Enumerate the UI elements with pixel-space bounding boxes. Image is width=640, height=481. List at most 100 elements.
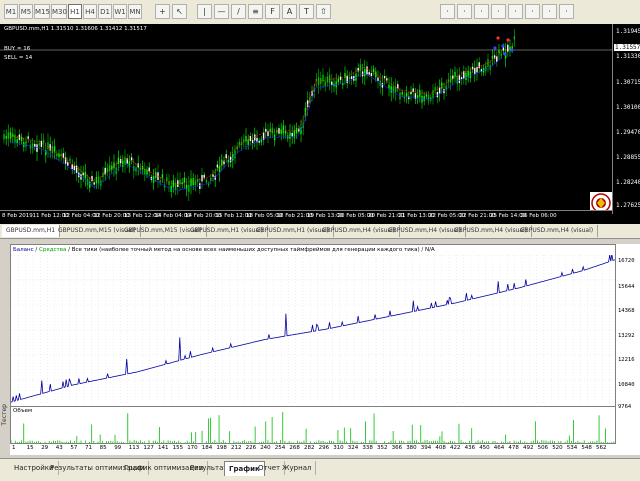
text-icon[interactable]: A xyxy=(282,4,297,19)
tester-x-label: 198 xyxy=(216,445,227,451)
tester-x-label: 464 xyxy=(493,445,505,451)
tester-x-label: 366 xyxy=(391,445,403,451)
timeframe-h4[interactable]: H4 xyxy=(83,4,97,19)
tester-x-label: 296 xyxy=(318,445,330,451)
timeframe-mn[interactable]: MN xyxy=(128,4,142,19)
tile-icon[interactable]: · xyxy=(474,4,489,19)
tester-x-label: 57 xyxy=(70,445,78,451)
price-label: 1.28240 xyxy=(616,179,640,186)
ma-blue-line xyxy=(9,57,503,191)
crosshair-icon[interactable]: + xyxy=(155,4,170,19)
tester-x-label: 282 xyxy=(304,445,315,451)
candlestick-plot[interactable] xyxy=(0,24,612,210)
chart-tab[interactable]: GBPUSD.mm,H4 (visual) xyxy=(516,225,599,237)
tester-x-label: 71 xyxy=(85,445,92,451)
time-axis: 8 Feb 2019 11 Feb 12:00 12 Feb 04:00 12 Feb… xyxy=(0,210,612,224)
price-label: 1.30715 xyxy=(616,79,640,86)
line-chart-icon[interactable]: · xyxy=(559,4,574,19)
tester-y-label: 10840 xyxy=(618,382,635,388)
tester-value-axis: 16720 15644 14368 13292 12216 10840 9764 xyxy=(616,244,640,455)
price-label: 1.27625 xyxy=(616,202,640,209)
tester-graph: Баланс / Средства / Все тики (наиболее т… xyxy=(10,244,616,444)
tester-x-label: 548 xyxy=(581,445,592,451)
tester-x-label: 43 xyxy=(55,445,63,451)
tester-x-label: 534 xyxy=(566,445,578,451)
trade-marker xyxy=(503,52,507,56)
tester-x-label: 29 xyxy=(41,445,49,451)
tester-x-label: 240 xyxy=(260,445,271,451)
tester-x-label: 506 xyxy=(537,445,549,451)
trade-marker xyxy=(506,38,510,42)
tester-x-label: 338 xyxy=(362,445,373,451)
tester-side-label: Тестер xyxy=(1,404,8,426)
tester-tab-bar: Настройки Результаты оптимизации График … xyxy=(0,458,640,481)
vertical-line-icon[interactable]: | xyxy=(197,4,212,19)
fibo-icon[interactable]: F xyxy=(265,4,280,19)
legend-balance: Баланс xyxy=(13,247,34,253)
timeframe-w1[interactable]: W1 xyxy=(113,4,127,19)
tester-x-label: 155 xyxy=(172,445,184,451)
tester-x-label: 520 xyxy=(552,445,563,451)
zoom-in-icon[interactable]: · xyxy=(440,4,455,19)
tester-x-label: 1 xyxy=(12,445,16,451)
tester-y-label: 16720 xyxy=(618,258,635,264)
tester-x-axis: 1 15 29 43 57 71 85 99 113 127 141 155 170 184 198 212 2… xyxy=(10,444,616,455)
timeframe-m30[interactable]: M30 xyxy=(51,4,67,19)
tab-journal[interactable]: Журнал xyxy=(278,461,317,475)
sell-count: SELL = 14 xyxy=(4,55,33,61)
tester-legend: Баланс / Средства / Все тики (наиболее т… xyxy=(13,247,435,253)
chart-shift-icon[interactable]: · xyxy=(508,4,523,19)
tester-x-label: 141 xyxy=(158,445,169,451)
timeframe-m5[interactable]: M5 xyxy=(19,4,33,19)
buy-count: BUY = 16 xyxy=(4,46,31,52)
tester-x-label: 408 xyxy=(435,445,446,451)
legend-equity: Средства xyxy=(39,247,67,253)
tester-side-handle[interactable]: Тестер xyxy=(0,244,10,458)
arrow-icon[interactable]: ⇧ xyxy=(316,4,331,19)
price-label: 1.31945 xyxy=(616,28,640,35)
timeframe-toolbar: M1 M5 M15 M30 H1 H4 D1 W1 MN + ↖ | — / ≡ F A T ⇧ · · · · · · · · xyxy=(0,0,640,25)
tester-y-label: 9764 xyxy=(618,404,632,410)
tester-x-label: 478 xyxy=(508,445,519,451)
price-chart[interactable]: GBPUSD.mm,H1 1.31510 1.31606 1.31412 1.3… xyxy=(0,24,640,224)
autoscroll-icon[interactable]: · xyxy=(491,4,506,19)
price-label: 1.29470 xyxy=(616,129,640,136)
tester-x-label: 184 xyxy=(201,445,213,451)
tester-x-label: 170 xyxy=(187,445,198,451)
tester-x-label: 562 xyxy=(596,445,607,451)
tester-x-label: 113 xyxy=(128,445,140,451)
trade-marker xyxy=(493,46,497,50)
zoom-out-icon[interactable]: · xyxy=(457,4,472,19)
symbol-info: GBPUSD.mm,H1 1.31510 1.31606 1.31412 1.3… xyxy=(4,26,147,32)
tester-x-label: 310 xyxy=(333,445,344,451)
tester-y-label: 14368 xyxy=(618,308,635,314)
timeframe-m1[interactable]: M1 xyxy=(4,4,18,19)
price-label: 1.31330 xyxy=(616,53,640,60)
tester-x-label: 394 xyxy=(420,445,432,451)
tester-x-label: 450 xyxy=(479,445,490,451)
tester-x-label: 127 xyxy=(143,445,154,451)
trendline-icon[interactable]: / xyxy=(231,4,246,19)
tester-x-label: 268 xyxy=(289,445,300,451)
chart-tab[interactable]: GBPUSD.mm,H1 xyxy=(2,225,61,237)
tester-x-label: 212 xyxy=(231,445,242,451)
price-axis: 1.31945 1.31557 1.31330 1.30715 1.30100 1.294… xyxy=(612,24,640,214)
volume-graph xyxy=(11,412,615,443)
ma-red-line xyxy=(9,51,503,185)
tester-x-label: 436 xyxy=(464,445,476,451)
balance-graph xyxy=(11,255,615,405)
candle-chart-icon[interactable]: · xyxy=(542,4,557,19)
bar-chart-icon[interactable]: · xyxy=(525,4,540,19)
time-label: 8 Feb 2019 xyxy=(2,213,33,219)
horizontal-line-icon[interactable]: — xyxy=(214,4,229,19)
tester-x-label: 422 xyxy=(450,445,461,451)
timeframe-h1[interactable]: H1 xyxy=(68,4,82,19)
timeframe-d1[interactable]: D1 xyxy=(98,4,112,19)
cursor-icon[interactable]: ↖ xyxy=(172,4,187,19)
time-label: 26 Feb 06:00 xyxy=(520,213,557,219)
channel-icon[interactable]: ≡ xyxy=(248,4,263,19)
label-icon[interactable]: T xyxy=(299,4,314,19)
tester-y-label: 15644 xyxy=(618,284,635,290)
timeframe-m15[interactable]: M15 xyxy=(34,4,50,19)
tester-x-label: 226 xyxy=(245,445,257,451)
